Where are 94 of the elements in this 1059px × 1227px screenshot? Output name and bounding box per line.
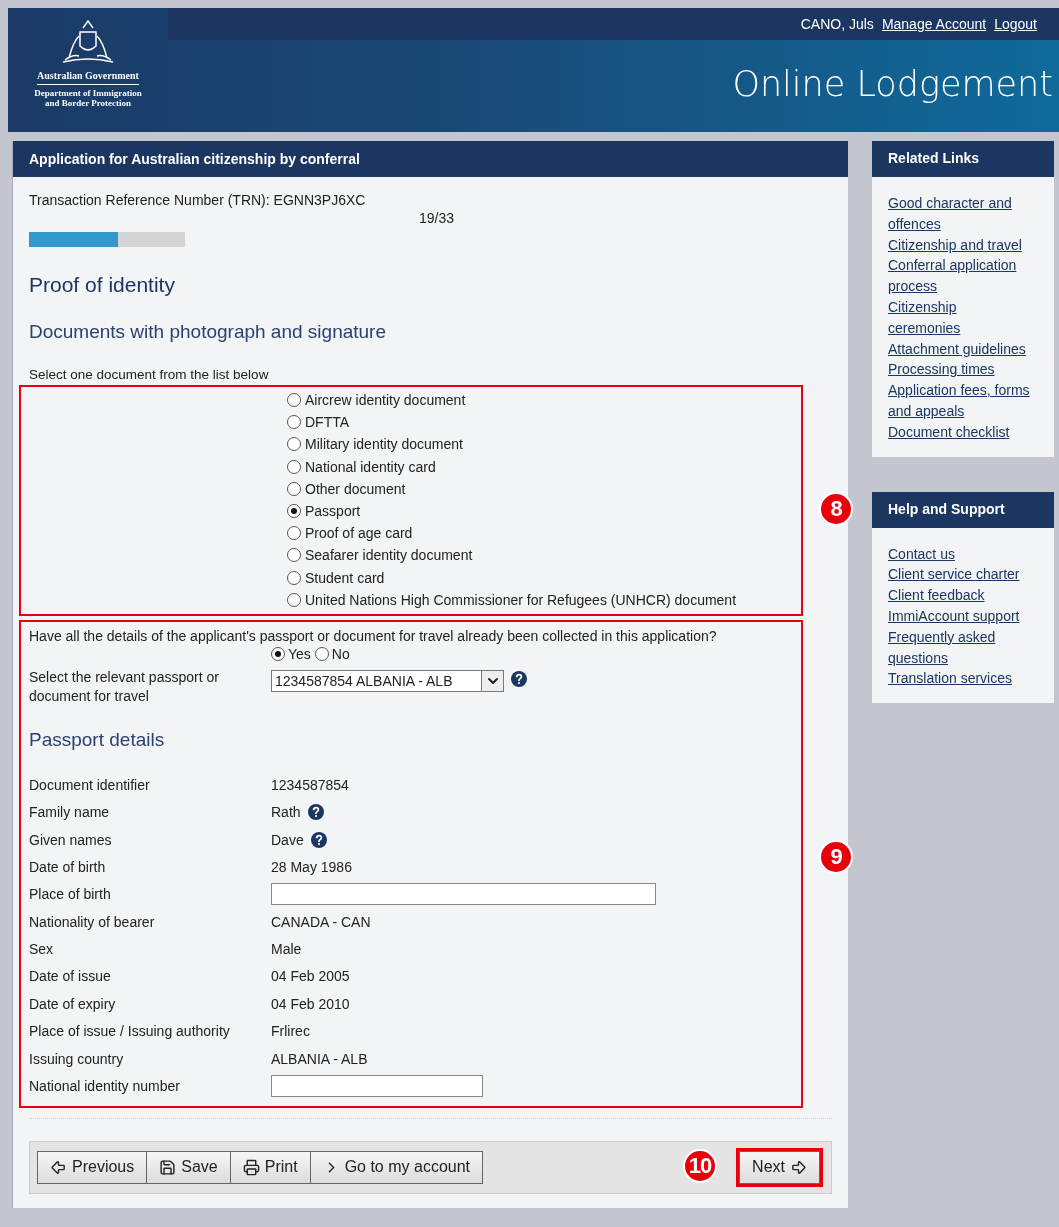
- sidebar-link[interactable]: Application fees, forms and appeals: [888, 380, 1032, 422]
- sidebar-link[interactable]: Translation services: [888, 668, 1032, 690]
- field-label: Place of issue / Issuing authority: [29, 1023, 231, 1040]
- toolbar-button[interactable]: Print: [229, 1150, 311, 1184]
- text-input[interactable]: [271, 1075, 483, 1098]
- field-value: 28 May 1986: [271, 858, 352, 875]
- help-icon[interactable]: [307, 804, 324, 821]
- user-name: CANO, Juls: [800, 16, 874, 32]
- right-arrow-icon: [790, 1158, 807, 1176]
- radio-label: Aircrew identity document: [305, 392, 466, 409]
- next-button[interactable]: Next: [739, 1150, 820, 1184]
- field-value: ALBANIA - ALB: [271, 1050, 368, 1067]
- sidebar-link[interactable]: Document checklist: [888, 421, 1032, 443]
- progress-reading: 19/33: [417, 210, 454, 226]
- sidebar-link[interactable]: Citizenship ceremonies: [888, 297, 1032, 339]
- agency-name: Australian Government: [37, 68, 139, 85]
- toolbar-button[interactable]: Go to my account: [309, 1150, 483, 1184]
- radio-label: Seafarer identity document: [305, 547, 473, 564]
- radio-label: Student card: [305, 569, 385, 586]
- text-input[interactable]: [271, 883, 656, 906]
- radio-button[interactable]: [287, 393, 301, 408]
- radio-button[interactable]: [287, 526, 301, 541]
- field-value: Dave: [271, 831, 304, 848]
- radio-button[interactable]: [287, 504, 301, 519]
- panel-title: Related Links: [872, 141, 1054, 177]
- field-label: Sex: [29, 941, 55, 958]
- radio-label: Yes: [288, 645, 311, 662]
- radio-button[interactable]: [287, 592, 301, 607]
- field-label: Given names: [29, 831, 113, 848]
- radio-label: United Nations High Commissioner for Refugees (UNHCR) document: [305, 591, 737, 608]
- form-title: Application for Australian citizenship by conferral: [13, 141, 848, 177]
- page-heading: Proof of identity: [29, 273, 176, 297]
- radio-button[interactable]: [287, 481, 301, 496]
- toolbar-button[interactable]: Save: [146, 1150, 231, 1184]
- sidebar-link[interactable]: Frequently asked questions: [888, 626, 1032, 669]
- radio-button[interactable]: [287, 570, 301, 585]
- left-arrow-icon: [50, 1158, 67, 1176]
- field-value: Male: [271, 941, 302, 958]
- field-label: Issuing country: [29, 1050, 125, 1067]
- step-number-badge: 10: [683, 1148, 718, 1183]
- sidebar-link[interactable]: Client feedback: [888, 585, 1032, 606]
- site-title: Online Lodgement: [731, 63, 1054, 104]
- field-value: 04 Feb 2005: [271, 968, 350, 985]
- department-name: Department of Immigration and Border Protection: [33, 88, 143, 109]
- radio-button[interactable]: [287, 415, 301, 430]
- section-heading: Passport details: [29, 729, 166, 752]
- printer-icon: [242, 1158, 260, 1176]
- field-value: Rath: [271, 804, 301, 821]
- sidebar-link[interactable]: Attachment guidelines: [888, 338, 1032, 360]
- help-icon[interactable]: [310, 831, 327, 848]
- passport-dropdown[interactable]: 1234587854 ALBANIA - ALB: [271, 669, 504, 692]
- field-label: Select the relevant passport or document for travel: [29, 667, 220, 707]
- radio-label: No: [331, 645, 350, 662]
- field-label: Date of birth: [29, 858, 107, 875]
- radio-button[interactable]: [271, 646, 285, 661]
- field-label: Place of birth: [29, 886, 112, 903]
- radio-button[interactable]: [287, 548, 301, 563]
- field-value: 04 Feb 2010: [271, 995, 350, 1012]
- sidebar-link[interactable]: Citizenship and travel: [888, 234, 1032, 256]
- field-value: CANADA - CAN: [271, 913, 371, 930]
- sidebar-link[interactable]: ImmiAccount support: [888, 605, 1032, 627]
- panel-title: Help and Support: [872, 491, 1054, 528]
- field-value: 1234587854: [271, 776, 349, 793]
- help-icon[interactable]: [511, 670, 527, 687]
- radio-label: Military identity document: [305, 436, 463, 453]
- instruction-text: Select one document from the list below: [29, 367, 270, 382]
- account-link[interactable]: Logout: [994, 16, 1037, 32]
- trn-text: Transaction Reference Number (TRN): EGNN3PJ6XC: [29, 192, 367, 208]
- field-label: National identity number: [29, 1078, 181, 1095]
- radio-button[interactable]: [287, 437, 301, 452]
- account-link[interactable]: Manage Account: [881, 16, 987, 32]
- radio-label: National identity card: [305, 458, 436, 475]
- radio-button[interactable]: [314, 646, 329, 661]
- step-number-badge: 8: [819, 492, 853, 526]
- field-label: Date of issue: [29, 968, 112, 985]
- question-text: Have all the details of the applicant's passport or document for travel already been collected in this application?: [29, 627, 718, 644]
- radio-label: Other document: [305, 480, 406, 497]
- field-label: Document identifier: [29, 776, 151, 793]
- radio-label: DFTTA: [305, 414, 350, 431]
- field-label: Date of expiry: [29, 995, 117, 1012]
- radio-label: Passport: [305, 503, 361, 520]
- field-value: Frlirec: [271, 1023, 310, 1040]
- field-label: Family name: [29, 804, 111, 821]
- section-heading: Documents with photograph and signature: [29, 321, 387, 343]
- sidebar-link[interactable]: Contact us: [888, 543, 1032, 565]
- sidebar-link[interactable]: Processing times: [888, 359, 1032, 381]
- toolbar-button[interactable]: Previous: [37, 1150, 148, 1184]
- step-number-badge: 9: [819, 839, 853, 874]
- sidebar-link[interactable]: Good character and offences: [888, 193, 1032, 235]
- sidebar-link[interactable]: Client service charter: [888, 564, 1032, 586]
- radio-label: Proof of age card: [305, 525, 413, 542]
- radio-button[interactable]: [287, 459, 301, 474]
- field-label: Nationality of bearer: [29, 913, 156, 930]
- sidebar-link[interactable]: Conferral application process: [888, 255, 1032, 297]
